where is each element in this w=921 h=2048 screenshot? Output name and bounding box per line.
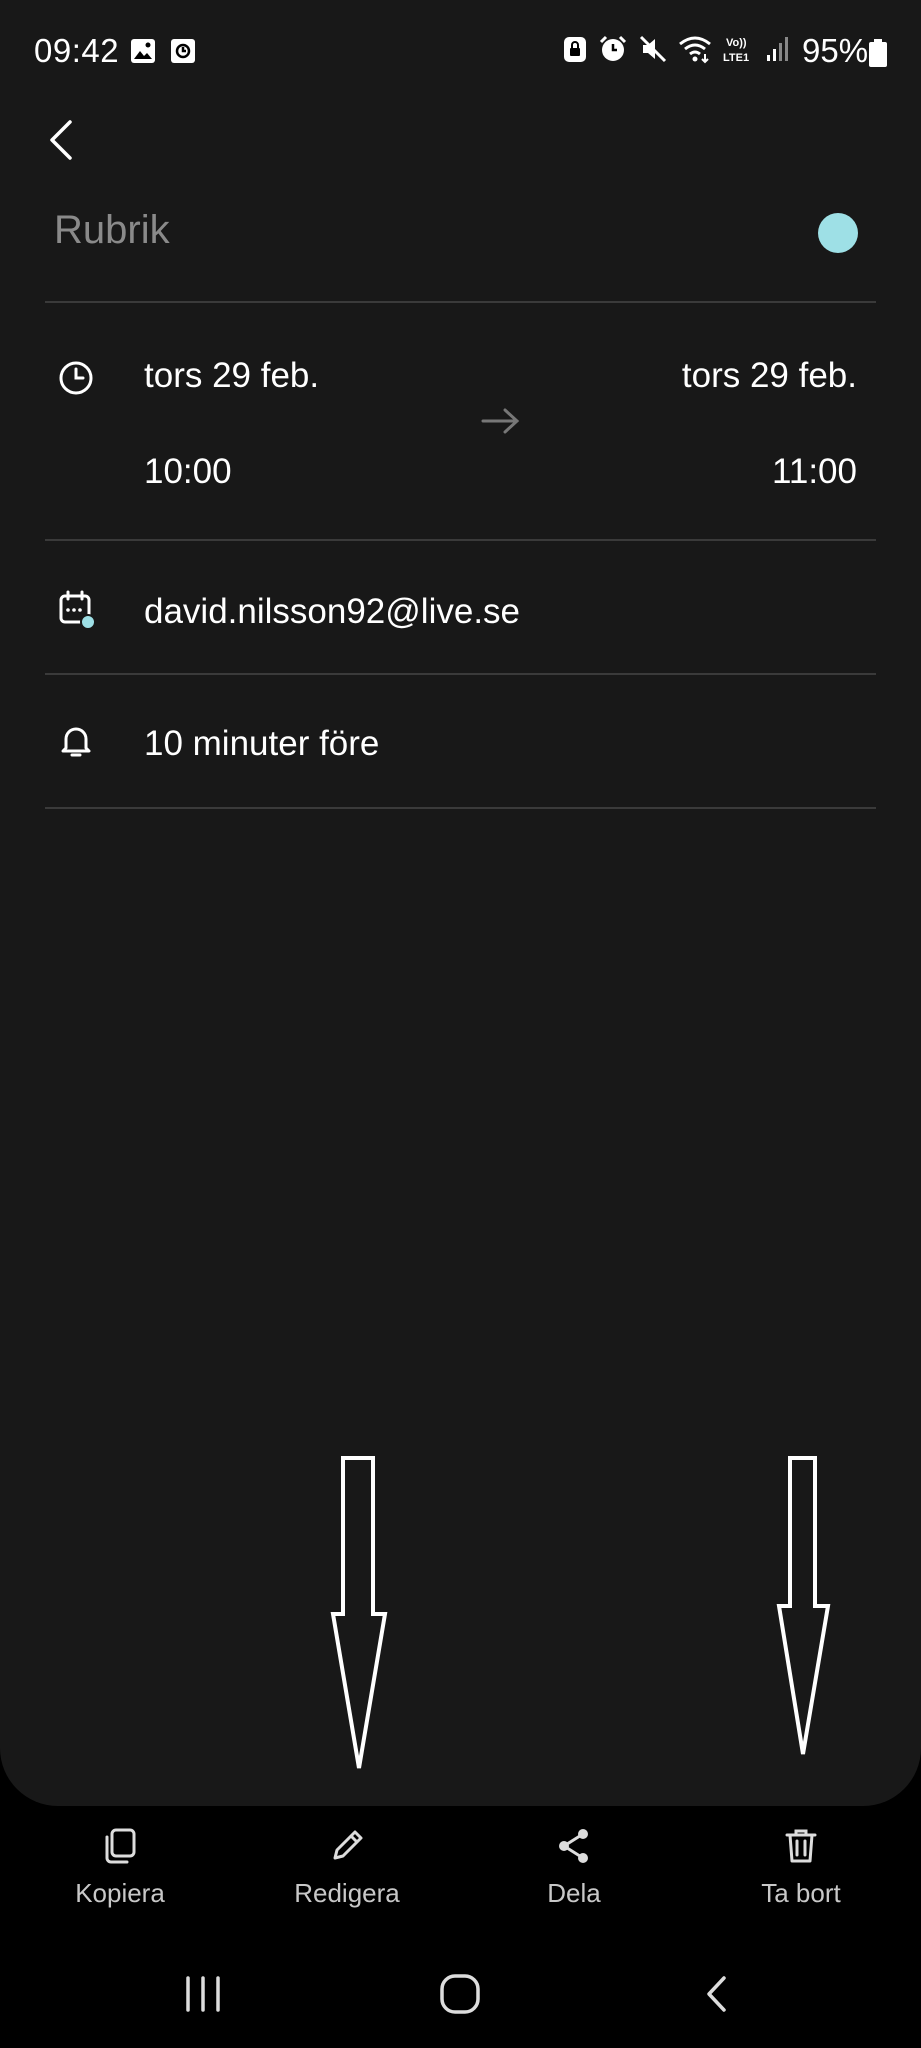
start-time[interactable]: 10:00: [144, 452, 232, 492]
calendar-icon: [59, 590, 96, 630]
share-label: Dela: [547, 1878, 601, 1908]
bell-icon: [61, 727, 91, 757]
edit-label: Redigera: [294, 1878, 400, 1908]
delete-button[interactable]: Ta bort: [711, 1826, 891, 1909]
divider: [45, 673, 876, 675]
volte-icon: Vo)) LTE1: [723, 37, 749, 64]
share-icon: [559, 1829, 588, 1863]
end-date[interactable]: tors 29 feb.: [682, 356, 857, 396]
back-nav-icon[interactable]: [700, 1972, 734, 2016]
annotation-arrow-delete: [776, 1456, 831, 1755]
divider: [45, 301, 876, 303]
mute-icon: [639, 35, 667, 63]
alarm-icon: [599, 35, 627, 61]
pencil-icon: [333, 1830, 363, 1860]
copy-label: Kopiera: [75, 1878, 165, 1908]
wifi-icon: [679, 36, 711, 64]
event-title[interactable]: Rubrik: [54, 208, 170, 253]
lock-icon: [564, 37, 586, 62]
divider: [45, 539, 876, 541]
screen-record-icon: [171, 39, 195, 63]
recents-icon[interactable]: [182, 1974, 224, 2014]
battery-icon: [869, 39, 887, 67]
copy-button[interactable]: Kopiera: [30, 1826, 210, 1909]
trash-icon: [785, 1829, 817, 1863]
back-button[interactable]: [40, 112, 86, 168]
edit-button[interactable]: Redigera: [257, 1826, 437, 1909]
status-time: 09:42: [34, 32, 120, 69]
copy-icon: [105, 1828, 136, 1864]
system-navigation-bar: [0, 1940, 921, 2048]
svg-text:LTE1: LTE1: [723, 52, 749, 64]
event-color-dot[interactable]: [818, 213, 858, 253]
annotation-arrow-edit: [330, 1456, 388, 1769]
calendar-account[interactable]: david.nilsson92@live.se: [144, 592, 520, 632]
clock-icon: [59, 361, 93, 395]
status-bar: 09:42 Vo)) LTE1 95%: [0, 0, 921, 104]
reminder[interactable]: 10 minuter före: [144, 724, 379, 764]
share-button[interactable]: Dela: [484, 1826, 664, 1909]
svg-text:Vo)): Vo)): [726, 37, 747, 49]
end-time[interactable]: 11:00: [772, 452, 857, 492]
home-icon[interactable]: [438, 1972, 482, 2016]
start-date[interactable]: tors 29 feb.: [144, 356, 319, 396]
arrow-right-icon: [481, 408, 520, 434]
divider: [45, 807, 876, 809]
gallery-icon: [131, 39, 155, 63]
delete-label: Ta bort: [761, 1878, 841, 1908]
battery-percent: 95%: [802, 32, 869, 69]
signal-icon: [767, 37, 788, 61]
